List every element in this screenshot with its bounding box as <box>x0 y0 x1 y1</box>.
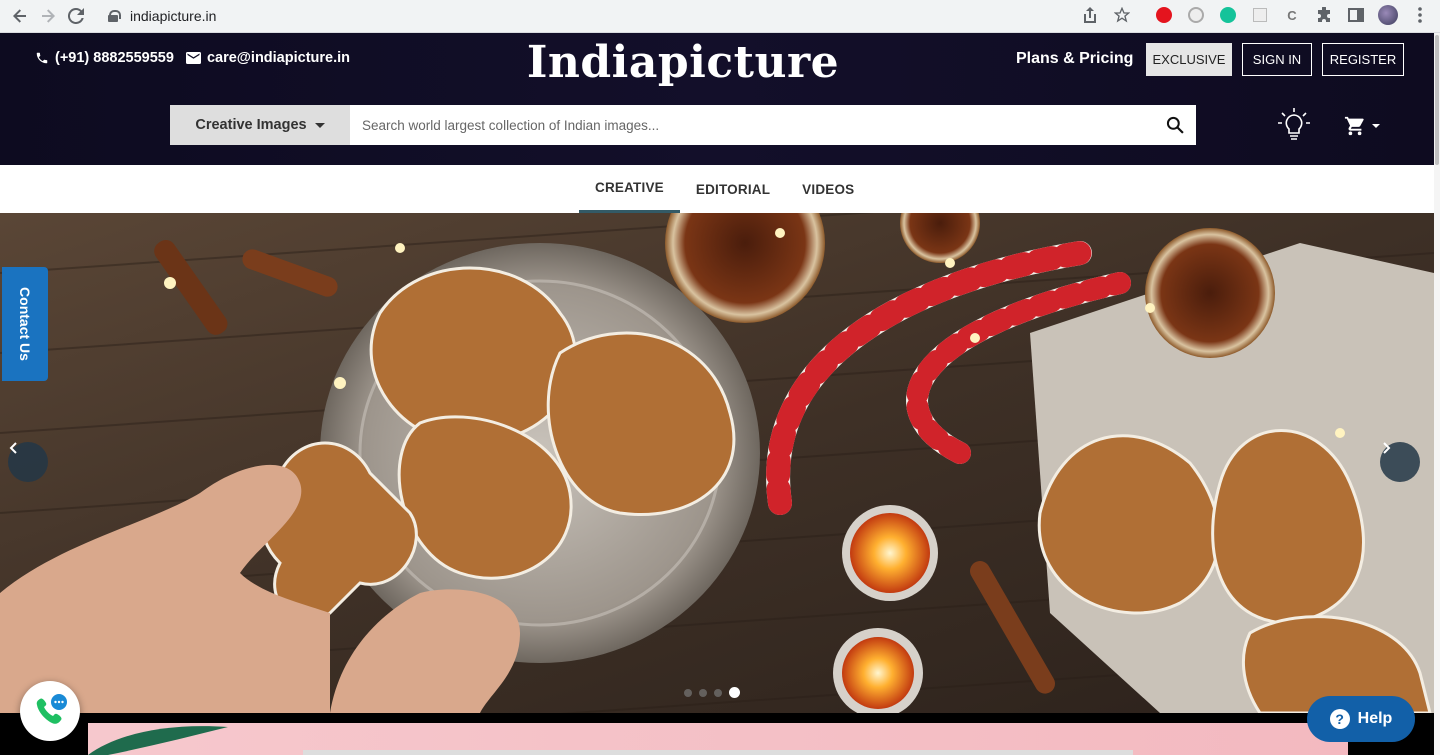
chevron-right-icon <box>1383 442 1391 454</box>
tab-videos[interactable]: VIDEOS <box>786 165 870 213</box>
caret-down-icon <box>314 122 325 128</box>
search-category-dropdown[interactable]: Creative Images <box>170 105 350 145</box>
contact-us-label: Contact Us <box>17 287 33 361</box>
caret-down-icon <box>1372 124 1380 128</box>
scrollbar-thumb[interactable] <box>1435 35 1439 165</box>
hero-image <box>0 213 1434 713</box>
share-icon[interactable] <box>1078 3 1102 27</box>
address-bar[interactable]: indiapicture.in <box>108 4 216 28</box>
contact-us-tab[interactable]: Contact Us <box>2 267 48 381</box>
help-label: Help <box>1357 710 1393 727</box>
logo-text: Indiapicture <box>526 37 840 88</box>
grammarly-icon[interactable] <box>1216 3 1240 27</box>
page-scrollbar[interactable] <box>1434 33 1440 755</box>
browser-toolbar: indiapicture.in C <box>0 0 1440 33</box>
exclusive-button[interactable]: EXCLUSIVE <box>1146 43 1232 76</box>
carousel-dot-active[interactable] <box>729 687 740 698</box>
content-tabs: CREATIVE EDITORIAL VIDEOS <box>0 165 1434 213</box>
side-panel-icon[interactable] <box>1344 3 1368 27</box>
site-header: (+91) 8882559559 care@indiapicture.in In… <box>0 33 1434 165</box>
screenshot-extension-icon[interactable] <box>1248 3 1272 27</box>
code-extension-icon[interactable]: C <box>1280 3 1304 27</box>
chrome-menu-icon[interactable] <box>1408 3 1432 27</box>
chevron-left-icon <box>9 442 17 454</box>
carousel-dot[interactable] <box>684 688 692 697</box>
cart-icon <box>1344 116 1364 136</box>
url-text: indiapicture.in <box>130 8 217 24</box>
search-button[interactable] <box>1154 105 1196 145</box>
lightbulb-icon[interactable] <box>1278 107 1310 143</box>
plans-pricing-link[interactable]: Plans & Pricing <box>1016 50 1133 68</box>
carousel-indicators <box>684 687 740 698</box>
forward-icon[interactable] <box>34 2 62 30</box>
browser-extensions: C <box>1078 3 1432 27</box>
sign-in-button[interactable]: SIGN IN <box>1242 43 1312 76</box>
carousel-dot[interactable] <box>699 688 707 697</box>
search-category-label: Creative Images <box>195 117 307 133</box>
help-question-icon: ? <box>1329 709 1350 729</box>
lock-icon <box>108 10 121 22</box>
tab-creative[interactable]: CREATIVE <box>579 165 680 213</box>
tab-editorial[interactable]: EDITORIAL <box>680 165 786 213</box>
opera-vpn-icon[interactable] <box>1152 3 1176 27</box>
hero-carousel[interactable] <box>0 213 1434 713</box>
carousel-next-button[interactable] <box>1380 442 1420 482</box>
cart-dropdown[interactable] <box>1344 115 1380 137</box>
search-icon <box>1166 116 1184 134</box>
reload-icon[interactable] <box>62 2 90 30</box>
banner-bar <box>303 750 1133 755</box>
search-bar: Creative Images <box>170 105 1196 145</box>
call-chat-button[interactable] <box>20 681 80 741</box>
leaf-decoration <box>88 726 228 755</box>
phone-chat-icon <box>36 694 67 724</box>
search-input[interactable] <box>350 105 1154 145</box>
back-icon[interactable] <box>6 2 34 30</box>
register-button[interactable]: REGISTER <box>1322 43 1404 76</box>
help-button[interactable]: ? Help <box>1307 696 1415 742</box>
bookmark-star-icon[interactable] <box>1110 3 1134 27</box>
carousel-dot[interactable] <box>714 688 722 697</box>
pin-extension-icon[interactable] <box>1184 3 1208 27</box>
profile-avatar[interactable] <box>1376 3 1400 27</box>
promo-banner[interactable] <box>88 723 1348 755</box>
carousel-prev-button[interactable] <box>8 442 48 482</box>
extensions-puzzle-icon[interactable] <box>1312 3 1336 27</box>
